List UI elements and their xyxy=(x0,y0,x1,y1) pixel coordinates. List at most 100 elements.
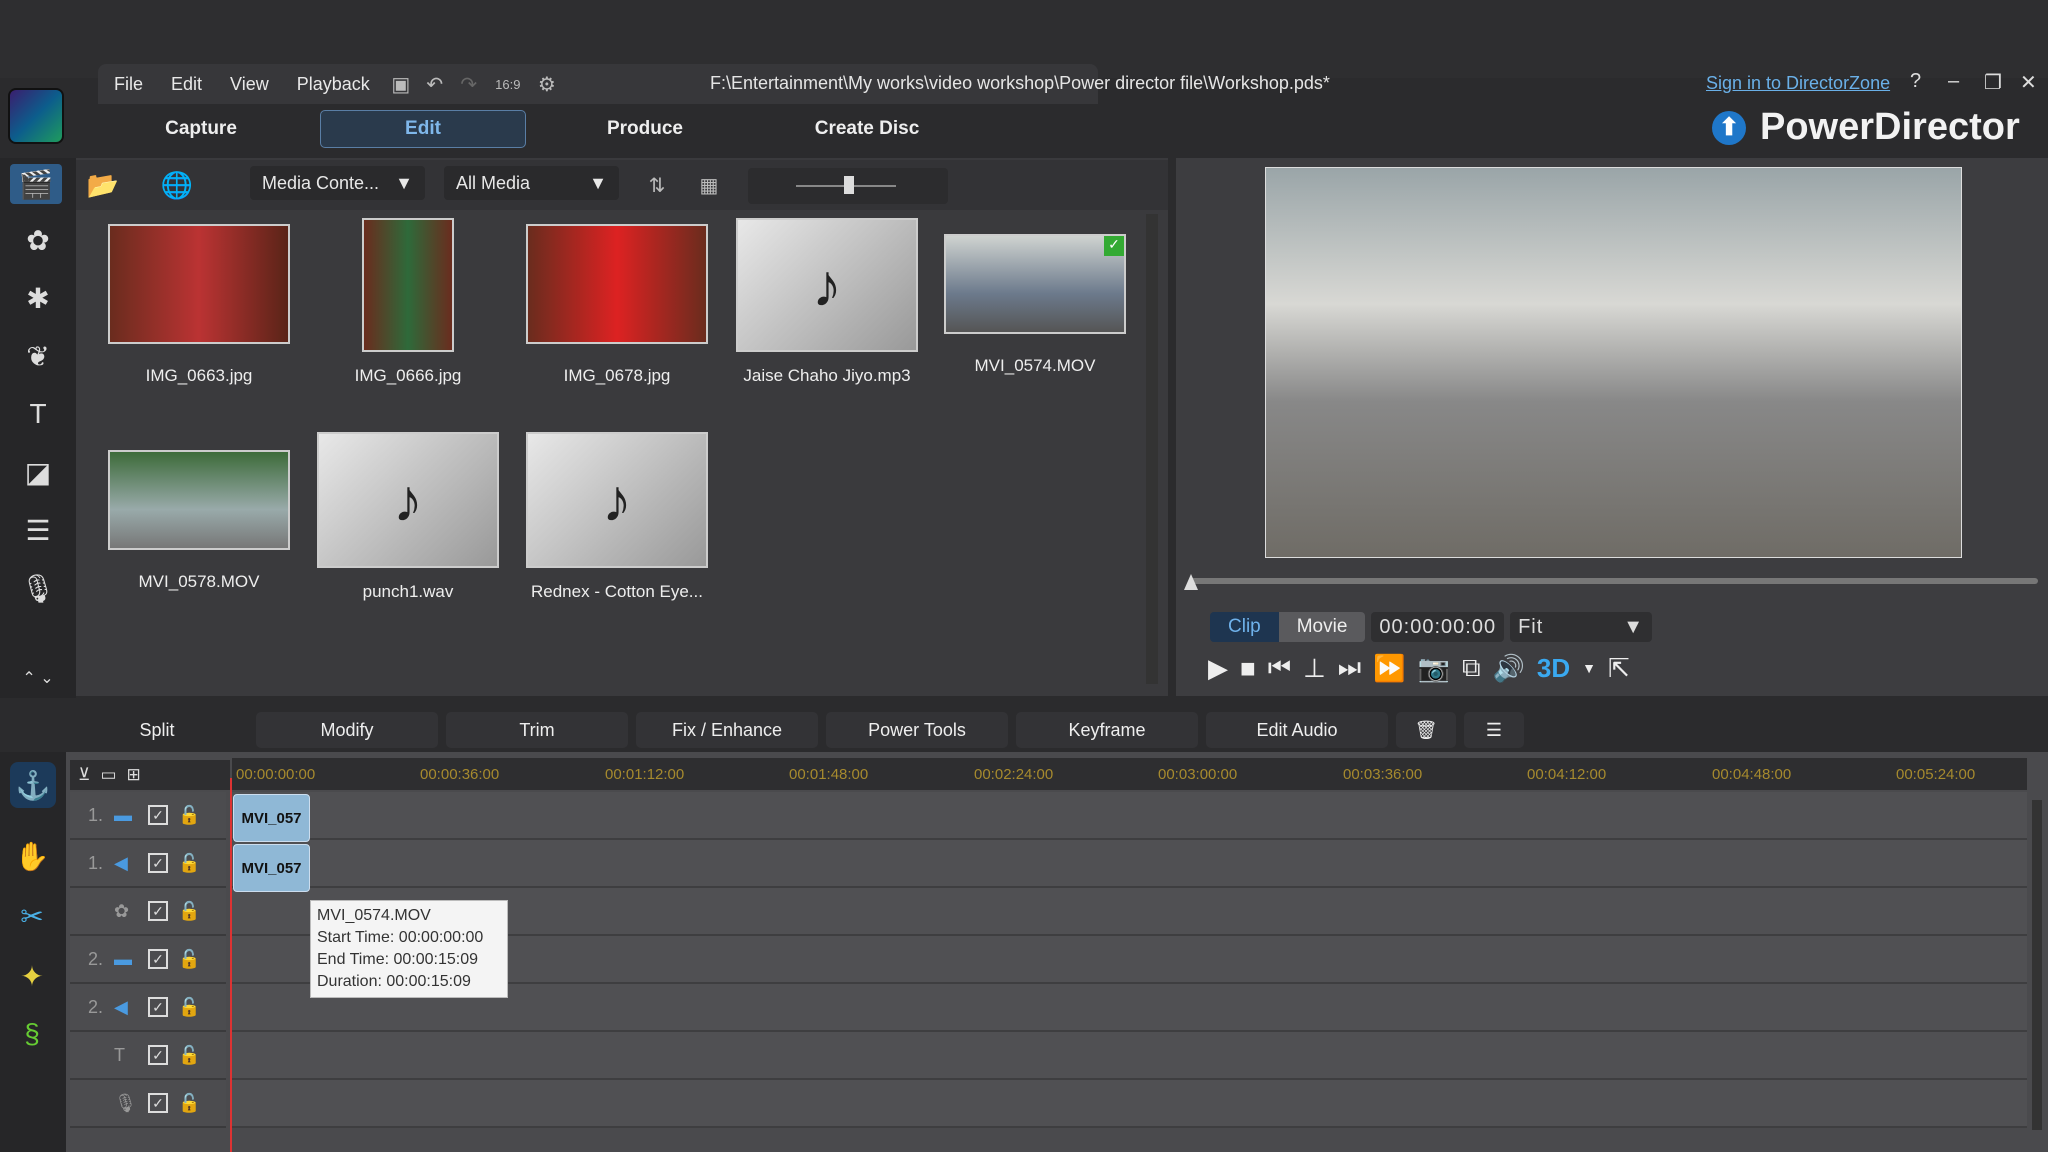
track-enable-checkbox[interactable]: ✓ xyxy=(148,1093,168,1113)
magic-fix-icon[interactable]: ✦ xyxy=(12,956,52,996)
menu-edit[interactable]: Edit xyxy=(159,74,214,95)
play-icon[interactable]: ▶ xyxy=(1208,653,1228,684)
magic-cut-icon[interactable]: ✂ xyxy=(12,896,52,936)
fast-forward-icon[interactable]: ⏩ xyxy=(1373,653,1405,684)
modify-button[interactable]: Modify xyxy=(256,712,438,748)
playhead[interactable] xyxy=(230,778,232,1152)
sort-media-icon[interactable]: ⇅ xyxy=(642,170,672,200)
track-lock-icon[interactable]: 🔓 xyxy=(178,805,200,826)
save-icon[interactable]: ▣ xyxy=(386,69,416,99)
voiceover-icon[interactable]: 🎙 xyxy=(18,568,58,608)
hand-tool-icon[interactable]: ✋ xyxy=(12,836,52,876)
snapshot-camera-icon[interactable]: 📷 xyxy=(1418,653,1450,684)
delete-trash-icon[interactable]: 🗑 xyxy=(1396,712,1456,748)
more-rooms-chevron-icon[interactable]: ⌃ ⌄ xyxy=(18,658,58,698)
track-lock-icon[interactable]: 🔓 xyxy=(178,997,200,1018)
tab-capture[interactable]: Capture xyxy=(98,110,304,148)
track-lane[interactable] xyxy=(232,792,2027,840)
magic-style-icon[interactable]: § xyxy=(12,1014,52,1054)
clip-mode-button[interactable]: Clip xyxy=(1210,612,1279,642)
grid-view-icon[interactable]: ▦ xyxy=(694,170,724,200)
media-item[interactable]: IMG_0678.jpg xyxy=(526,224,708,386)
track-lane[interactable] xyxy=(232,1080,2027,1128)
menu-playback[interactable]: Playback xyxy=(285,74,382,95)
track-enable-checkbox[interactable]: ✓ xyxy=(148,805,168,825)
audio-clip[interactable]: MVI_057 xyxy=(233,844,310,892)
aspect-ratio-button[interactable]: 16:9 xyxy=(488,69,528,99)
media-item[interactable]: MVI_0578.MOV xyxy=(108,450,290,592)
library-scrollbar[interactable] xyxy=(1146,214,1158,684)
volume-icon[interactable]: 🔊 xyxy=(1493,653,1525,684)
audio-mixing-icon[interactable]: ☰ xyxy=(18,510,58,550)
media-item[interactable]: IMG_0666.jpg xyxy=(317,218,499,386)
pip-icon[interactable]: ⧉ xyxy=(1462,652,1481,684)
help-button[interactable]: ? xyxy=(1910,70,1921,93)
track-enable-checkbox[interactable]: ✓ xyxy=(148,901,168,921)
settings-gear-icon[interactable]: ⚙ xyxy=(532,69,562,99)
movie-mode-button[interactable]: Movie xyxy=(1278,612,1366,642)
timecode-display[interactable]: 00:00:00:00 xyxy=(1371,612,1505,642)
media-item[interactable]: ♪ Jaise Chaho Jiyo.mp3 xyxy=(736,218,918,386)
title-room-icon[interactable]: T xyxy=(18,394,58,434)
media-content-dropdown[interactable]: Media Conte... ▼ xyxy=(250,166,425,200)
import-folder-icon[interactable]: 📂 xyxy=(87,170,119,200)
track-lane[interactable] xyxy=(232,1032,2027,1080)
ruler-icon[interactable]: ⊻ xyxy=(78,765,90,785)
storyboard-icon[interactable]: ▭ xyxy=(100,765,116,785)
track-manager-icon[interactable]: ⊞ xyxy=(127,765,141,785)
power-tools-button[interactable]: Power Tools xyxy=(826,712,1008,748)
edit-audio-button[interactable]: Edit Audio xyxy=(1206,712,1388,748)
chevron-down-icon[interactable]: ▼ xyxy=(1582,660,1596,676)
tab-edit[interactable]: Edit xyxy=(320,110,526,148)
3d-toggle[interactable]: 3D xyxy=(1537,653,1570,684)
track-lock-icon[interactable]: 🔓 xyxy=(178,1093,200,1114)
download-media-icon[interactable]: 🌐 xyxy=(161,170,193,200)
keyframe-button[interactable]: Keyframe xyxy=(1016,712,1198,748)
track-lock-icon[interactable]: 🔓 xyxy=(178,949,200,970)
pip-room-icon[interactable]: ✱ xyxy=(18,278,58,318)
stop-icon[interactable]: ■ xyxy=(1240,653,1256,684)
split-button[interactable]: Split xyxy=(66,712,248,748)
upgrade-icon[interactable]: ⬆ xyxy=(1712,110,1746,145)
media-filter-dropdown[interactable]: All Media ▼ xyxy=(444,166,619,200)
transition-room-icon[interactable]: ◪ xyxy=(18,452,58,492)
media-item[interactable]: MVI_0574.MOV xyxy=(944,234,1126,376)
zoom-dropdown[interactable]: Fit ▼ xyxy=(1510,612,1653,642)
track-enable-checkbox[interactable]: ✓ xyxy=(148,853,168,873)
undo-icon[interactable]: ↶ xyxy=(420,69,450,99)
minimize-button[interactable]: – xyxy=(1948,70,1959,93)
media-item[interactable]: ♪ punch1.wav xyxy=(317,432,499,602)
mark-icon[interactable]: ⊥ xyxy=(1303,653,1326,684)
tab-create-disc[interactable]: Create Disc xyxy=(764,110,970,148)
redo-icon[interactable]: ↷ xyxy=(454,69,484,99)
track-enable-checkbox[interactable]: ✓ xyxy=(148,1045,168,1065)
effect-room-icon[interactable]: ✿ xyxy=(18,220,58,260)
timeline-ruler[interactable]: 00:00:00:00 00:00:36:00 00:01:12:00 00:0… xyxy=(232,758,2027,790)
timeline-scrollbar[interactable] xyxy=(2032,800,2042,1130)
media-item[interactable]: IMG_0663.jpg xyxy=(108,224,290,386)
video-clip[interactable]: MVI_057 xyxy=(233,794,310,842)
track-lock-icon[interactable]: 🔓 xyxy=(178,901,200,922)
media-item[interactable]: ♪ Rednex - Cotton Eye... xyxy=(526,432,708,602)
tab-produce[interactable]: Produce xyxy=(542,110,748,148)
trim-button[interactable]: Trim xyxy=(446,712,628,748)
sign-in-link[interactable]: Sign in to DirectorZone xyxy=(1706,73,1890,94)
next-frame-icon[interactable]: ⏭ xyxy=(1338,652,1361,684)
track-enable-checkbox[interactable]: ✓ xyxy=(148,997,168,1017)
close-button[interactable]: ✕ xyxy=(2020,70,2037,95)
track-lock-icon[interactable]: 🔓 xyxy=(178,1045,200,1066)
menu-file[interactable]: File xyxy=(102,74,155,95)
thumbnail-size-slider[interactable] xyxy=(748,168,948,204)
slider-handle[interactable] xyxy=(844,176,854,194)
undock-icon[interactable]: ⇱ xyxy=(1608,653,1630,684)
particle-room-icon[interactable]: ❦ xyxy=(18,336,58,376)
fix-enhance-button[interactable]: Fix / Enhance xyxy=(636,712,818,748)
track-enable-checkbox[interactable]: ✓ xyxy=(148,949,168,969)
preview-scrubber[interactable] xyxy=(1190,578,2038,584)
track-lane[interactable] xyxy=(232,840,2027,888)
media-room-icon[interactable]: 🎬 xyxy=(10,164,62,204)
menu-view[interactable]: View xyxy=(218,74,281,95)
restore-button[interactable]: ❐ xyxy=(1984,70,2002,95)
more-functions-icon[interactable]: ☰ xyxy=(1464,712,1524,748)
track-lock-icon[interactable]: 🔓 xyxy=(178,853,200,874)
